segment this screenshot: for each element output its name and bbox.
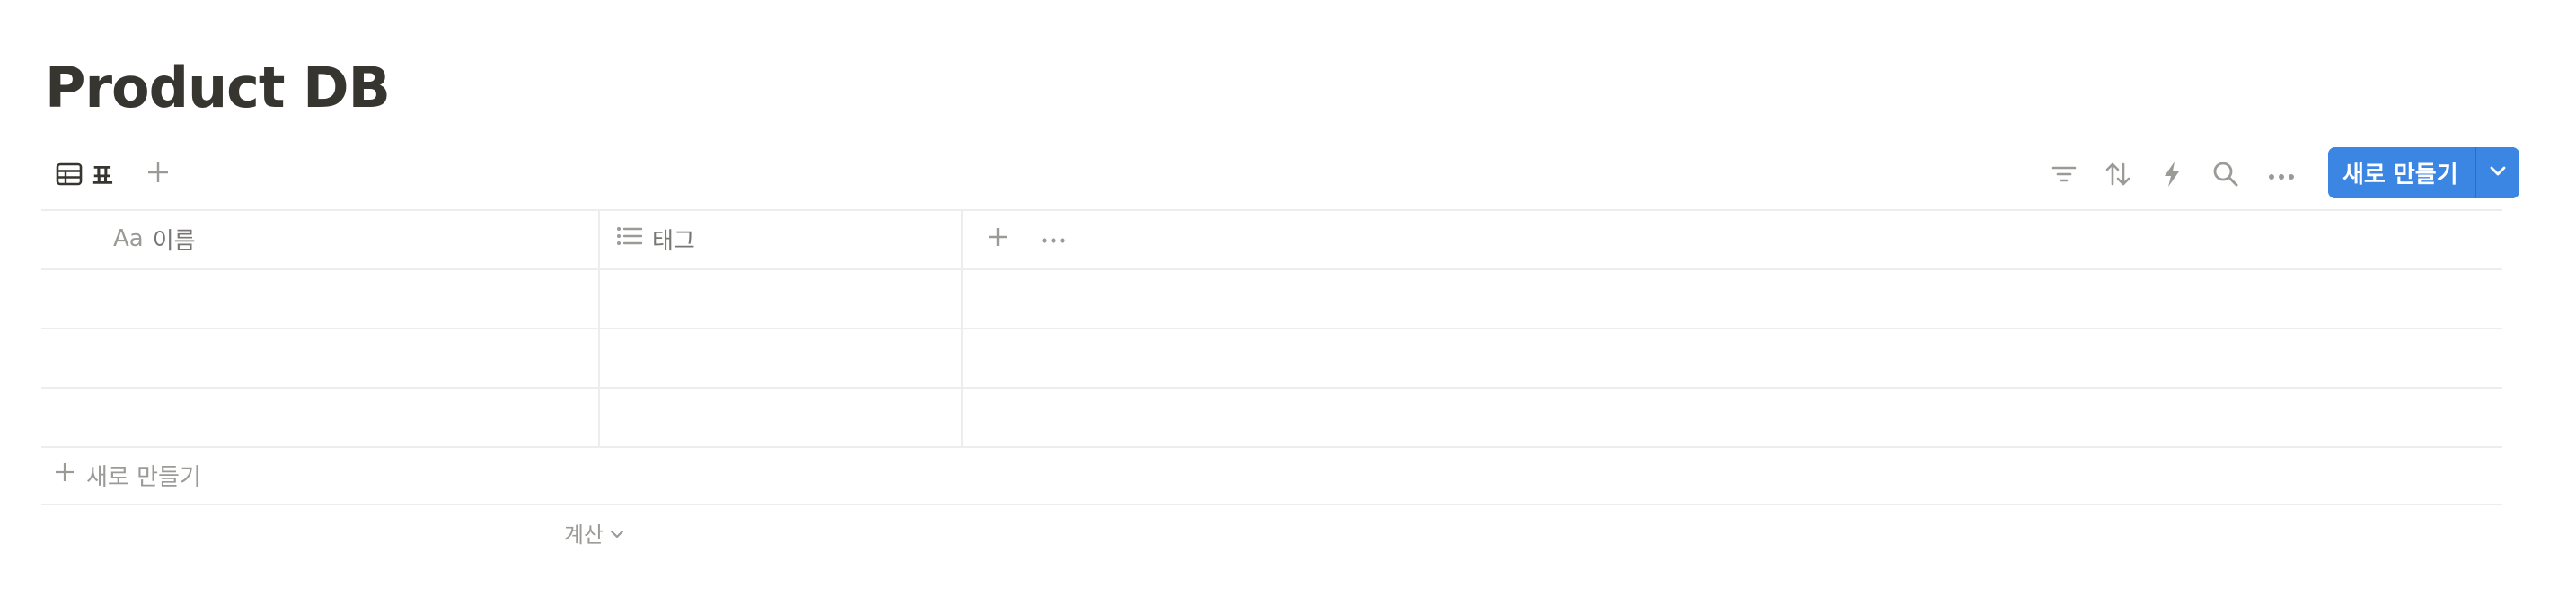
search-button[interactable] [2206, 156, 2245, 196]
column-header-label: 이름 [152, 227, 196, 255]
name-cell[interactable] [41, 389, 598, 448]
column-header-label: 태그 [652, 227, 695, 255]
calculate-label: 계산 [563, 522, 604, 548]
filter-icon [2051, 163, 2077, 189]
view-tab-label: 표 [92, 162, 113, 190]
plus-icon [987, 226, 1009, 251]
chevron-down-icon [609, 520, 625, 545]
tags-cell[interactable] [600, 270, 961, 329]
add-view-button[interactable] [137, 153, 180, 196]
filter-button[interactable] [2044, 156, 2084, 196]
column-header-name[interactable]: Aa 이름 [113, 209, 196, 268]
tags-cell[interactable] [600, 329, 961, 389]
lightning-icon [2162, 161, 2182, 191]
sort-icon [2104, 162, 2131, 190]
calculate-button[interactable]: 계산 [499, 511, 625, 554]
chevron-down-icon [2489, 164, 2507, 181]
new-dropdown-button[interactable] [2474, 147, 2519, 198]
add-row-button[interactable]: 새로 만들기 [41, 446, 2502, 504]
plus-icon [54, 461, 75, 489]
add-row-label: 새로 만들기 [86, 463, 201, 491]
table-row [41, 270, 2502, 329]
more-horizontal-icon [2268, 168, 2295, 185]
column-options-button[interactable] [1031, 216, 1076, 261]
search-icon [2212, 161, 2239, 191]
view-toolbar: 표 새로 만들기 [41, 144, 2519, 210]
more-horizontal-icon [1042, 231, 1065, 248]
new-button[interactable]: 새로 만들기 [2328, 147, 2475, 198]
sort-button[interactable] [2098, 156, 2138, 196]
name-cell[interactable] [41, 270, 598, 329]
table-row [41, 389, 2502, 448]
list-icon [616, 225, 643, 253]
text-type-icon: Aa [113, 225, 144, 252]
table-border-top [41, 209, 2502, 211]
add-column-button[interactable] [975, 216, 1020, 261]
table-icon [56, 162, 83, 186]
more-options-button[interactable] [2262, 156, 2301, 196]
tags-cell[interactable] [600, 389, 961, 448]
plus-icon [146, 161, 170, 188]
automation-button[interactable] [2152, 156, 2192, 196]
add-row-divider [41, 504, 2502, 505]
new-split-button: 새로 만들기 [2328, 147, 2519, 198]
column-header-tags[interactable]: 태그 [616, 209, 695, 268]
page-title[interactable]: Product DB [45, 52, 391, 124]
view-tab-table[interactable]: 표 [49, 153, 120, 196]
name-cell[interactable] [41, 329, 598, 389]
table-row [41, 329, 2502, 389]
